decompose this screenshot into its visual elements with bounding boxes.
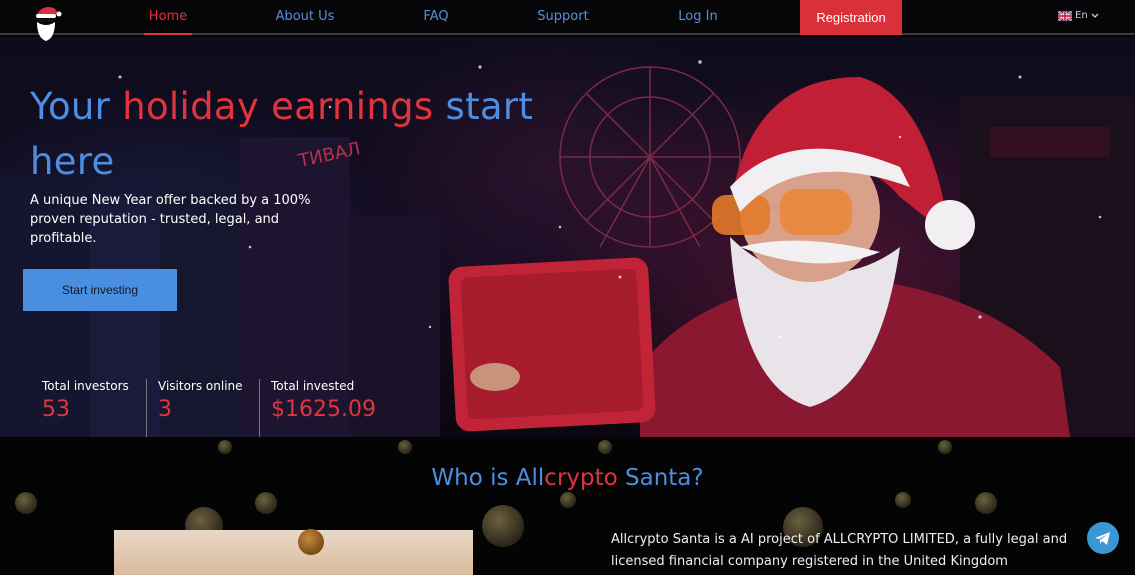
nav-support[interactable]: Support [532, 0, 594, 35]
coin-decoration [938, 440, 952, 454]
who-title-part1: Who is All [431, 465, 545, 491]
who-title-part3: Santa? [617, 465, 704, 491]
language-selector[interactable]: En [1058, 10, 1099, 21]
uk-flag-icon [1058, 10, 1072, 21]
nav-log-in[interactable]: Log In [672, 0, 724, 35]
hero-section: ТИВАЛ Your holiday earnings start here A… [0, 37, 1135, 437]
nav-faq[interactable]: FAQ [418, 0, 454, 35]
stat-value: 53 [42, 397, 70, 422]
top-navigation: Home About Us FAQ Support Log In Registr… [0, 0, 1135, 41]
coin-decoration [975, 492, 997, 514]
coin-decoration [218, 440, 232, 454]
stat-label: Visitors online [158, 379, 243, 393]
santa-logo-icon[interactable] [32, 2, 62, 42]
hero-subtitle: A unique New Year offer backed by a 100%… [30, 193, 311, 246]
office-photo [114, 529, 473, 575]
about-text: Allcrypto Santa is a AI project of ALLCR… [611, 532, 1068, 569]
coin-decoration [560, 492, 576, 508]
registration-button[interactable]: Registration [800, 0, 902, 35]
hero-title: Your holiday earnings start here [30, 79, 590, 189]
coin-decoration [398, 440, 412, 454]
who-title-highlight: crypto [544, 465, 618, 491]
hero-title-highlight: holiday earnings [122, 85, 434, 128]
stat-value: 3 [158, 397, 172, 422]
telegram-button[interactable] [1087, 522, 1119, 554]
stat-visitors-online: Visitors online 3 [158, 379, 243, 437]
who-title: Who is Allcrypto Santa? [0, 465, 1135, 491]
coin-decoration [598, 440, 612, 454]
stat-total-invested: Total invested $1625.09 [271, 379, 376, 437]
stat-label: Total investors [42, 379, 129, 393]
nav-home[interactable]: Home [144, 0, 192, 35]
nav-about-us[interactable]: About Us [270, 0, 340, 35]
coin-decoration [895, 492, 911, 508]
who-section: Who is Allcrypto Santa? Allcrypto Santa … [0, 437, 1135, 575]
bitcoin-coin-icon [298, 529, 324, 555]
start-investing-button[interactable]: Start investing [23, 269, 177, 311]
stat-divider [146, 379, 147, 437]
telegram-icon [1095, 532, 1110, 545]
coin-decoration [482, 505, 524, 547]
stat-label: Total invested [271, 379, 355, 393]
coin-decoration [15, 492, 37, 514]
language-label: En [1075, 10, 1088, 21]
chevron-down-icon [1091, 13, 1099, 18]
coin-decoration [255, 492, 277, 514]
hero-title-part1: Your [30, 85, 123, 128]
stat-total-investors: Total investors 53 [42, 379, 129, 437]
stat-divider [259, 379, 260, 437]
stat-value: $1625.09 [271, 397, 376, 422]
